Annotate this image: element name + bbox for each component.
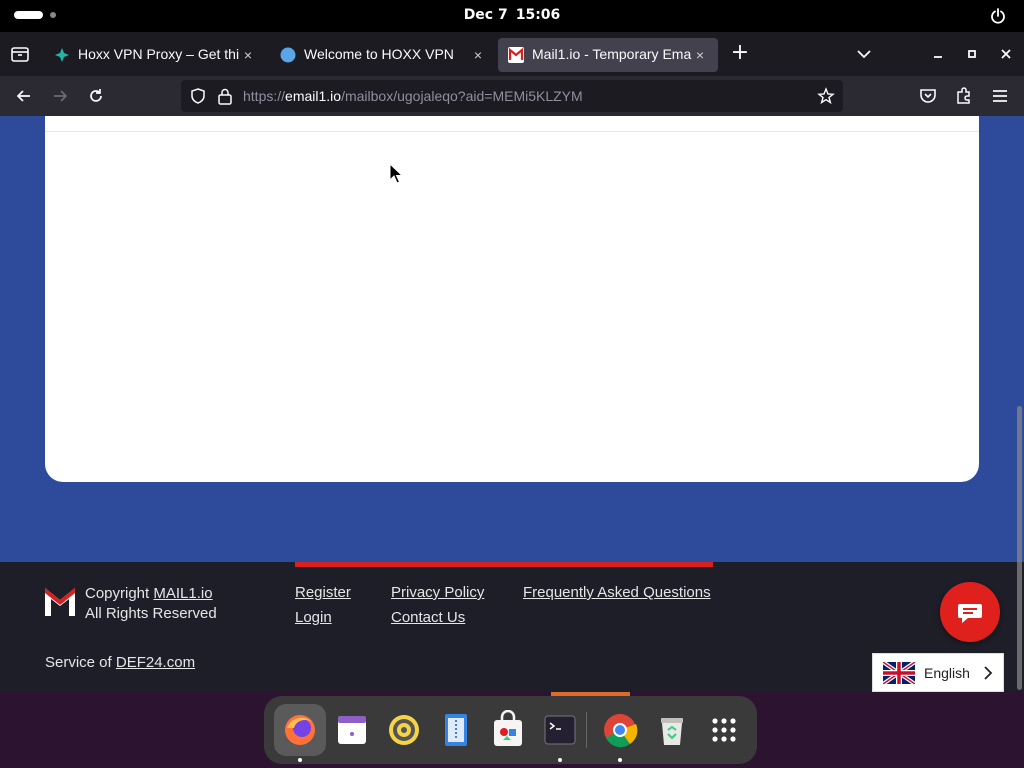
page-scrollbar[interactable] — [1017, 406, 1022, 690]
firefox-view-icon[interactable] — [8, 42, 32, 66]
tab-title: Hoxx VPN Proxy – Get thi — [78, 46, 240, 62]
browser-navigation-bar: https://email1.io/mailbox/ugojaleqo?aid=… — [0, 76, 1024, 116]
mail1-home-link[interactable]: MAIL1.io — [153, 585, 212, 602]
chrome-icon[interactable] — [600, 710, 640, 750]
panel-divider — [45, 131, 979, 132]
clock-time: 15:06 — [515, 7, 561, 23]
system-top-bar: Dec 7 15:06 — [0, 0, 1024, 32]
tracking-protection-shield-icon[interactable] — [189, 87, 207, 105]
globe-icon — [280, 47, 296, 63]
terminal-running-indicator — [558, 758, 562, 762]
tab-mail1-temporary-email[interactable]: Mail1.io - Temporary Ema × — [498, 38, 718, 72]
firefox-running-indicator — [298, 758, 302, 762]
mail1-icon — [508, 47, 524, 63]
hamburger-menu-icon[interactable] — [990, 86, 1010, 106]
login-link[interactable]: Login — [295, 609, 332, 626]
uk-flag-icon — [883, 662, 915, 684]
url-scheme: https:// — [243, 88, 286, 104]
address-bar[interactable]: https://email1.io/mailbox/ugojaleqo?aid=… — [181, 80, 843, 112]
new-tab-button[interactable]: + — [729, 42, 751, 65]
chrome-running-indicator — [618, 758, 622, 762]
tab-close-icon[interactable]: × — [240, 47, 256, 63]
footer-accent-bar — [295, 562, 713, 567]
text-editor-icon[interactable] — [436, 710, 476, 750]
trash-icon[interactable] — [652, 710, 692, 750]
chevron-right-icon — [984, 666, 993, 680]
language-selector[interactable]: English — [872, 653, 1004, 692]
copyright-block: Copyright MAIL1.io All Rights Reserved — [85, 584, 217, 624]
mouse-cursor-icon — [389, 163, 403, 184]
browser-tab-strip: Hoxx VPN Proxy – Get thi × Welcome to HO… — [0, 32, 1024, 76]
webpage-content: Copyright MAIL1.io All Rights Reserved R… — [0, 116, 1024, 692]
dock-firefox-active[interactable] — [274, 704, 326, 756]
bookmark-star-icon[interactable] — [817, 87, 835, 105]
terminal-icon[interactable] — [540, 710, 580, 750]
service-of-text: Service of DEF24.com — [45, 654, 195, 671]
rhythmbox-icon[interactable] — [384, 710, 424, 750]
reload-icon[interactable] — [86, 86, 106, 106]
close-window-icon[interactable] — [996, 44, 1016, 64]
tab-welcome-hoxx[interactable]: Welcome to HOXX VPN × — [270, 38, 496, 72]
app-grid-icon[interactable] — [704, 710, 744, 750]
dock-separator — [586, 712, 587, 748]
faq-link[interactable]: Frequently Asked Questions — [523, 584, 711, 601]
mailbox-message-panel — [45, 116, 979, 482]
hoxx-vpn-icon — [55, 48, 69, 62]
clock-date: Dec 7 — [463, 7, 508, 23]
service-prefix: Service of — [45, 654, 116, 671]
power-icon[interactable] — [990, 8, 1006, 24]
forward-arrow-icon[interactable] — [50, 86, 70, 106]
url-host: email1.io — [285, 88, 342, 104]
firefox-icon — [285, 715, 315, 745]
minimize-window-icon[interactable] — [928, 44, 948, 64]
def24-link[interactable]: DEF24.com — [116, 654, 195, 671]
language-label: English — [924, 665, 970, 681]
maximize-window-icon[interactable] — [962, 44, 982, 64]
chat-support-button[interactable] — [940, 582, 1000, 642]
privacy-policy-link[interactable]: Privacy Policy — [391, 584, 484, 601]
tab-close-icon[interactable]: × — [470, 47, 486, 63]
calendar-icon[interactable] — [332, 710, 372, 750]
site-footer: Copyright MAIL1.io All Rights Reserved R… — [0, 562, 1024, 692]
tab-hoxx-vpn-proxy[interactable]: Hoxx VPN Proxy – Get thi × — [44, 38, 266, 72]
extensions-puzzle-icon[interactable] — [954, 86, 974, 106]
copyright-prefix: Copyright — [85, 585, 154, 602]
application-dock — [264, 696, 757, 764]
mail1-logo-icon — [45, 588, 75, 616]
contact-us-link[interactable]: Contact Us — [391, 609, 465, 626]
register-link[interactable]: Register — [295, 584, 351, 601]
tab-title: Mail1.io - Temporary Ema — [532, 46, 692, 62]
tab-title: Welcome to HOXX VPN — [304, 46, 454, 62]
url-text: https://email1.io/mailbox/ugojaleqo?aid=… — [243, 88, 583, 104]
back-arrow-icon[interactable] — [14, 86, 34, 106]
lock-icon[interactable] — [217, 87, 233, 105]
list-all-tabs-chevron-icon[interactable] — [854, 46, 874, 62]
rights-text: All Rights Reserved — [85, 605, 217, 622]
tab-close-icon[interactable]: × — [692, 47, 708, 63]
chat-bubble-icon — [958, 604, 982, 623]
system-clock[interactable]: Dec 7 15:06 — [0, 7, 1024, 23]
url-path: /mailbox/ugojaleqo?aid=MEMi5KLZYM — [341, 88, 583, 104]
software-center-icon[interactable] — [488, 710, 528, 750]
pocket-icon[interactable] — [918, 86, 938, 106]
